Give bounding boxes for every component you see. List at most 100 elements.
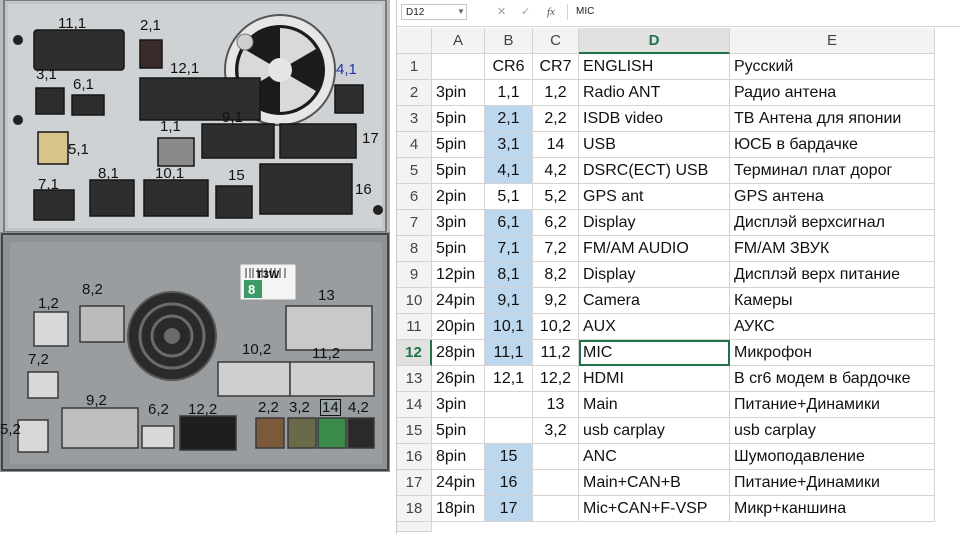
insert-function-icon[interactable]: fx: [547, 4, 555, 20]
cell-b6[interactable]: 5,1: [485, 184, 533, 210]
row-header[interactable]: 2: [397, 80, 432, 106]
enter-icon[interactable]: ✓: [521, 4, 530, 20]
cell-c12[interactable]: 11,2: [533, 340, 579, 366]
cell-b18[interactable]: 17: [485, 496, 533, 522]
cell-a1[interactable]: [432, 54, 485, 80]
row-header[interactable]: 17: [397, 470, 432, 496]
cell-d4[interactable]: USB: [579, 132, 730, 158]
cell-a13[interactable]: 26pin: [432, 366, 485, 392]
cell-d6[interactable]: GPS ant: [579, 184, 730, 210]
cell-a4[interactable]: 5pin: [432, 132, 485, 158]
cell-c4[interactable]: 14: [533, 132, 579, 158]
formula-input[interactable]: MIC: [567, 4, 957, 20]
cell-a6[interactable]: 2pin: [432, 184, 485, 210]
cell-a2[interactable]: 3pin: [432, 80, 485, 106]
row-header[interactable]: 16: [397, 444, 432, 470]
row-header[interactable]: 11: [397, 314, 432, 340]
cell-b8[interactable]: 7,1: [485, 236, 533, 262]
row-header[interactable]: 18: [397, 496, 432, 522]
cell-d9[interactable]: Display: [579, 262, 730, 288]
row-header[interactable]: 9: [397, 262, 432, 288]
cell-c1[interactable]: CR7: [533, 54, 579, 80]
column-header-e[interactable]: E: [730, 28, 935, 54]
cell-b15[interactable]: [485, 418, 533, 444]
row-header[interactable]: 7: [397, 210, 432, 236]
cell-b9[interactable]: 8,1: [485, 262, 533, 288]
column-header-a[interactable]: A: [432, 28, 485, 54]
cell-c13[interactable]: 12,2: [533, 366, 579, 392]
cell-a18[interactable]: 18pin: [432, 496, 485, 522]
cell-a8[interactable]: 5pin: [432, 236, 485, 262]
cell-b11[interactable]: 10,1: [485, 314, 533, 340]
cell-d11[interactable]: AUX: [579, 314, 730, 340]
cell-c16[interactable]: [533, 444, 579, 470]
cell-c17[interactable]: [533, 470, 579, 496]
row-header[interactable]: 15: [397, 418, 432, 444]
cell-a14[interactable]: 3pin: [432, 392, 485, 418]
cell-a16[interactable]: 8pin: [432, 444, 485, 470]
cell-e13[interactable]: В cr6 модем в бардочке: [730, 366, 935, 392]
cell-e6[interactable]: GPS антена: [730, 184, 935, 210]
cell-b17[interactable]: 16: [485, 470, 533, 496]
cell-e16[interactable]: Шумоподавление: [730, 444, 935, 470]
cell-e3[interactable]: ТВ Антена для японии: [730, 106, 935, 132]
cell-c8[interactable]: 7,2: [533, 236, 579, 262]
cell-d3[interactable]: ISDB video: [579, 106, 730, 132]
row-header[interactable]: 5: [397, 158, 432, 184]
cell-c10[interactable]: 9,2: [533, 288, 579, 314]
cell-e14[interactable]: Питание+Динамики: [730, 392, 935, 418]
cell-e18[interactable]: Микр+каншина: [730, 496, 935, 522]
cell-c14[interactable]: 13: [533, 392, 579, 418]
cell-a11[interactable]: 20pin: [432, 314, 485, 340]
cell-d12[interactable]: MIC: [579, 340, 730, 366]
cell-d16[interactable]: ANC: [579, 444, 730, 470]
select-all-corner[interactable]: [397, 28, 432, 54]
cell-b4[interactable]: 3,1: [485, 132, 533, 158]
cell-e1[interactable]: Русский: [730, 54, 935, 80]
cell-a9[interactable]: 12pin: [432, 262, 485, 288]
cell-a15[interactable]: 5pin: [432, 418, 485, 444]
cell-e8[interactable]: FM/AM ЗВУК: [730, 236, 935, 262]
cell-a17[interactable]: 24pin: [432, 470, 485, 496]
cell-e12[interactable]: Микрофон: [730, 340, 935, 366]
cell-e4[interactable]: ЮСБ в бардачке: [730, 132, 935, 158]
cell-d14[interactable]: Main: [579, 392, 730, 418]
row-header[interactable]: 6: [397, 184, 432, 210]
row-header[interactable]: 1: [397, 54, 432, 80]
cell-c6[interactable]: 5,2: [533, 184, 579, 210]
cell-b2[interactable]: 1,1: [485, 80, 533, 106]
row-header[interactable]: 3: [397, 106, 432, 132]
cell-b7[interactable]: 6,1: [485, 210, 533, 236]
cell-e7[interactable]: Дисплэй верхсигнал: [730, 210, 935, 236]
cell-a12[interactable]: 28pin: [432, 340, 485, 366]
cell-d2[interactable]: Radio ANT: [579, 80, 730, 106]
row-header[interactable]: 12: [397, 340, 432, 366]
cell-d5[interactable]: DSRC(ECT) USB: [579, 158, 730, 184]
row-header[interactable]: 10: [397, 288, 432, 314]
cell-b10[interactable]: 9,1: [485, 288, 533, 314]
cell-c9[interactable]: 8,2: [533, 262, 579, 288]
cell-e15[interactable]: usb carplay: [730, 418, 935, 444]
cell-e5[interactable]: Терминал плат дорог: [730, 158, 935, 184]
cell-c15[interactable]: 3,2: [533, 418, 579, 444]
cell-c3[interactable]: 2,2: [533, 106, 579, 132]
cell-e11[interactable]: АУКС: [730, 314, 935, 340]
cell-a3[interactable]: 5pin: [432, 106, 485, 132]
column-header-d[interactable]: D: [579, 28, 730, 54]
cell-d10[interactable]: Camera: [579, 288, 730, 314]
cell-e2[interactable]: Радио антена: [730, 80, 935, 106]
cell-b1[interactable]: CR6: [485, 54, 533, 80]
row-header[interactable]: 8: [397, 236, 432, 262]
cell-c2[interactable]: 1,2: [533, 80, 579, 106]
cell-b14[interactable]: [485, 392, 533, 418]
cell-b3[interactable]: 2,1: [485, 106, 533, 132]
cell-d13[interactable]: HDMI: [579, 366, 730, 392]
row-header[interactable]: 13: [397, 366, 432, 392]
cell-d7[interactable]: Display: [579, 210, 730, 236]
cell-e9[interactable]: Дисплэй верх питание: [730, 262, 935, 288]
row-header[interactable]: 4: [397, 132, 432, 158]
cell-d18[interactable]: Mic+CAN+F-VSP: [579, 496, 730, 522]
chevron-down-icon[interactable]: ▼: [457, 4, 465, 20]
cell-d15[interactable]: usb carplay: [579, 418, 730, 444]
cell-b13[interactable]: 12,1: [485, 366, 533, 392]
